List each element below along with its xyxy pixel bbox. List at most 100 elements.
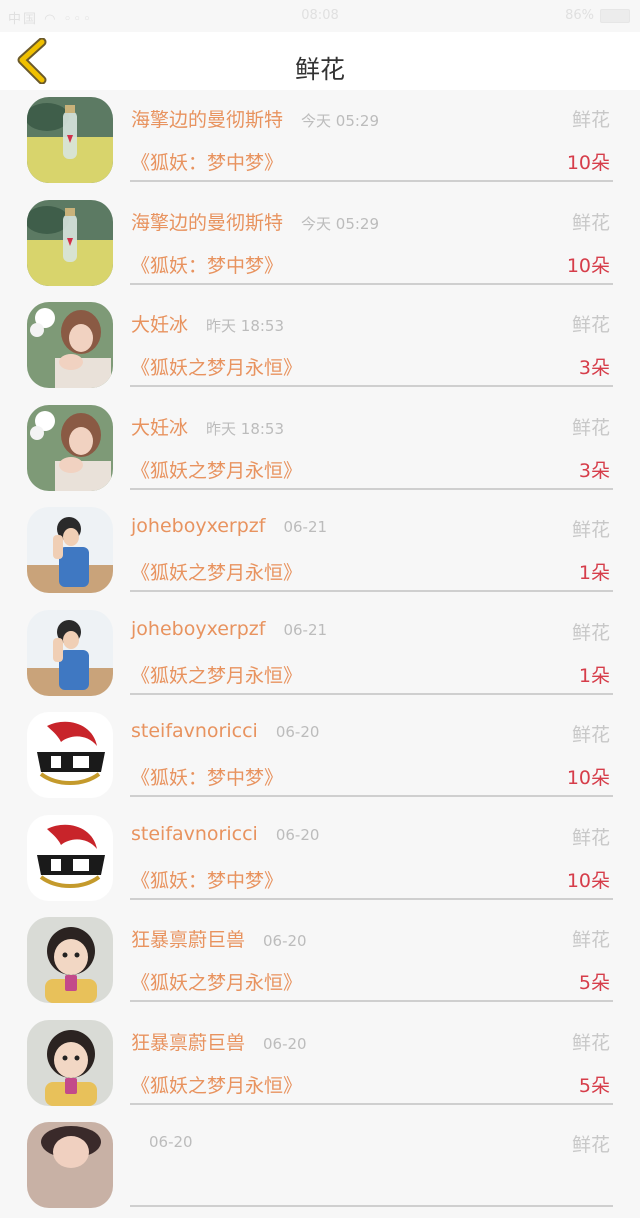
gift-time: 06-20 — [263, 1034, 307, 1053]
gift-type: 鲜花 — [571, 1134, 610, 1156]
divider — [130, 590, 613, 592]
gift-type: 鲜花 — [571, 929, 610, 951]
gift-time: 06-20 — [263, 932, 307, 950]
nav-bar: 鲜花 — [0, 32, 640, 90]
list-item[interactable]: 海擎边的曼彻斯特 今天 05:29 鲜花 《狐妖：梦中梦》 10朵 — [0, 90, 640, 193]
gift-time: 今天 05:29 — [301, 214, 380, 233]
avatar-image — [27, 1122, 113, 1208]
avatar[interactable] — [27, 302, 113, 388]
sender-name: 海擎边的曼彻斯特 今天 05:29 — [131, 211, 380, 234]
work-title: 《狐妖之梦月永恒》 — [131, 562, 303, 584]
gift-type: 鲜花 — [571, 109, 610, 131]
avatar-image — [27, 199, 113, 286]
avatar-image — [27, 917, 113, 1003]
gift-time: 06-20 — [275, 825, 320, 844]
avatar[interactable] — [27, 712, 113, 798]
gift-time: 昨天 18:53 — [206, 419, 285, 438]
divider — [130, 692, 613, 695]
sender-name: joheboyxerpzf 06-21 — [131, 515, 328, 537]
work-title: 《狐妖：梦中梦》 — [131, 869, 284, 892]
avatar[interactable] — [27, 507, 113, 593]
gift-time: 06-21 — [283, 518, 328, 536]
work-title: 《狐妖：梦中梦》 — [131, 767, 284, 789]
gift-type: 鲜花 — [571, 724, 610, 746]
gift-type: 鲜花 — [571, 621, 610, 644]
status-bar: 中国 ◠ ◦◦◦ 08:08 86% — [0, 0, 640, 32]
gift-type: 鲜花 — [571, 519, 610, 541]
list-item[interactable]: 06-20 鲜花 — [0, 1115, 640, 1218]
gift-count: 10朵 — [566, 869, 610, 892]
list-item[interactable]: 狂暴禀蔚巨兽 06-20 鲜花 《狐妖之梦月永恒》 5朵 — [0, 910, 640, 1013]
divider — [130, 1000, 613, 1002]
list-item[interactable]: steifavnoricci 06-20 鲜花 《狐妖：梦中梦》 10朵 — [0, 705, 640, 808]
avatar[interactable] — [27, 404, 113, 491]
gift-type: 鲜花 — [571, 416, 610, 439]
avatar-image — [27, 609, 113, 696]
work-title: 《狐妖：梦中梦》 — [131, 254, 284, 277]
gift-type: 鲜花 — [571, 1031, 610, 1054]
avatar[interactable] — [27, 917, 113, 1003]
list-item[interactable]: steifavnoricci 06-20 鲜花 《狐妖：梦中梦》 10朵 — [0, 808, 640, 911]
list-item[interactable]: 狂暴禀蔚巨兽 06-20 鲜花 《狐妖之梦月永恒》 5朵 — [0, 1013, 640, 1116]
sender-name: 06-20 — [131, 1130, 193, 1152]
gift-count: 3朵 — [578, 459, 610, 482]
divider — [130, 1205, 613, 1207]
sender-name: 狂暴禀蔚巨兽 06-20 — [131, 929, 307, 951]
avatar[interactable] — [27, 609, 113, 696]
sender-name: 海擎边的曼彻斯特 今天 05:29 — [131, 109, 380, 131]
work-title: 《狐妖之梦月永恒》 — [131, 1074, 303, 1097]
sender-name: joheboyxerpzf 06-21 — [131, 617, 328, 640]
avatar[interactable] — [27, 1122, 113, 1208]
avatar[interactable] — [27, 199, 113, 286]
list-item[interactable]: 大妊冰 昨天 18:53 鲜花 《狐妖之梦月永恒》 3朵 — [0, 295, 640, 398]
gift-count: 10朵 — [566, 254, 610, 277]
gift-count: 1朵 — [578, 664, 610, 687]
gift-time: 06-20 — [149, 1133, 193, 1151]
gift-list: 海擎边的曼彻斯特 今天 05:29 鲜花 《狐妖：梦中梦》 10朵 海擎边的曼彻斯… — [0, 90, 640, 1218]
avatar-image — [27, 97, 113, 183]
gift-time: 昨天 18:53 — [206, 317, 285, 335]
avatar-image — [27, 1019, 113, 1106]
sender-name: 大妊冰 昨天 18:53 — [131, 314, 285, 336]
divider — [130, 795, 613, 797]
work-title: 《狐妖之梦月永恒》 — [131, 459, 303, 482]
avatar[interactable] — [27, 1019, 113, 1106]
gift-type: 鲜花 — [571, 314, 610, 336]
list-item[interactable]: joheboyxerpzf 06-21 鲜花 《狐妖之梦月永恒》 1朵 — [0, 500, 640, 603]
avatar-image — [27, 814, 113, 901]
work-title: 《狐妖之梦月永恒》 — [131, 357, 303, 379]
divider — [130, 385, 613, 387]
divider — [130, 282, 613, 285]
divider — [130, 487, 613, 490]
list-item[interactable]: 大妊冰 昨天 18:53 鲜花 《狐妖之梦月永恒》 3朵 — [0, 398, 640, 501]
avatar-image — [27, 507, 113, 593]
battery-icon — [600, 9, 630, 23]
gift-count: 5朵 — [578, 1074, 610, 1097]
avatar-image — [27, 404, 113, 491]
work-title: 《狐妖：梦中梦》 — [131, 152, 284, 174]
gift-type: 鲜花 — [571, 826, 610, 849]
avatar[interactable] — [27, 814, 113, 901]
work-title: 《狐妖之梦月永恒》 — [131, 664, 303, 687]
sender-name: steifavnoricci 06-20 — [131, 720, 320, 742]
gift-time: 今天 05:29 — [301, 112, 380, 130]
list-item[interactable]: joheboyxerpzf 06-21 鲜花 《狐妖之梦月永恒》 1朵 — [0, 603, 640, 706]
gift-count: 10朵 — [566, 767, 610, 789]
gift-time: 06-20 — [275, 723, 320, 741]
list-item[interactable]: 海擎边的曼彻斯特 今天 05:29 鲜花 《狐妖：梦中梦》 10朵 — [0, 193, 640, 296]
avatar-image — [27, 302, 113, 388]
gift-type: 鲜花 — [571, 211, 610, 234]
gift-time: 06-21 — [283, 620, 328, 639]
gift-count: 5朵 — [578, 972, 610, 994]
gift-count: 3朵 — [578, 357, 610, 379]
work-title: 《狐妖之梦月永恒》 — [131, 972, 303, 994]
clock: 08:08 — [301, 8, 339, 23]
page-title: 鲜花 — [294, 55, 345, 84]
avatar[interactable] — [27, 97, 113, 183]
sender-name: 大妊冰 昨天 18:53 — [131, 416, 285, 439]
gift-count: 1朵 — [578, 562, 610, 584]
divider — [130, 1102, 613, 1105]
sender-name: 狂暴禀蔚巨兽 06-20 — [131, 1031, 307, 1054]
battery-percent: 86% — [565, 8, 594, 23]
divider — [130, 180, 613, 182]
